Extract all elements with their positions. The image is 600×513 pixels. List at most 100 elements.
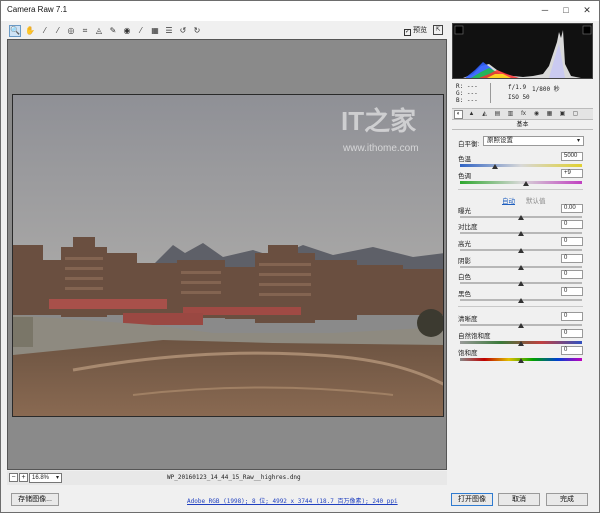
shadows-label: 阴影: [458, 258, 471, 265]
whites-slider-knob[interactable]: [518, 281, 524, 286]
camera-raw-window: Camera Raw 7.1 ─ □ ✕ 🔍 ✋ ⁄ ⁄ ◎ ⌗ ◬ ✎ ◉ ⁄…: [0, 0, 600, 513]
tab-camera-icon[interactable]: ▦: [545, 110, 554, 119]
spot-removal-tool-icon[interactable]: ✎: [107, 25, 119, 37]
exposure-input[interactable]: 0.00: [561, 204, 583, 213]
title-bar[interactable]: Camera Raw 7.1 ─ □ ✕: [1, 1, 599, 21]
right-panel: R: --- G: --- B: --- f/1.9 1/800 秒 ISO 5…: [450, 23, 595, 486]
b-value: ---: [466, 97, 478, 104]
aperture-value: f/1.9: [508, 84, 527, 91]
highlights-label: 高光: [458, 241, 471, 248]
save-image-button[interactable]: 存储图像...: [11, 493, 59, 506]
pixel-readout: R: --- G: --- B: --- f/1.9 1/800 秒 ISO 5…: [452, 81, 593, 105]
open-image-button[interactable]: 打开图像: [451, 493, 493, 506]
done-button[interactable]: 完成: [546, 493, 588, 506]
histogram: [452, 23, 593, 79]
auto-link[interactable]: 自动: [502, 195, 515, 205]
minimize-icon[interactable]: ─: [535, 3, 555, 17]
tint-slider-knob[interactable]: [523, 181, 529, 186]
adjustment-brush-tool-icon[interactable]: ⁄: [135, 25, 147, 37]
toolbar: 🔍 ✋ ⁄ ⁄ ◎ ⌗ ◬ ✎ ◉ ⁄ ▦ ☰ ↺ ↻: [7, 23, 447, 39]
vibrance-slider-knob[interactable]: [518, 341, 524, 346]
clarity-input[interactable]: 0: [561, 312, 583, 321]
whites-label: 白色: [458, 274, 471, 281]
temperature-input[interactable]: 5000: [561, 152, 583, 161]
contrast-slider-knob[interactable]: [518, 231, 524, 236]
default-link[interactable]: 默认值: [526, 195, 546, 205]
rotate-right-icon[interactable]: ↻: [191, 25, 203, 37]
window-title: Camera Raw 7.1: [7, 5, 68, 14]
tab-presets-icon[interactable]: ▣: [558, 110, 567, 119]
filename-label: WP_20160123_14_44_15_Raw__highres.dng: [167, 474, 301, 481]
shadows-slider-knob[interactable]: [518, 265, 524, 270]
shadows-input[interactable]: 0: [561, 254, 583, 263]
tab-lens-icon[interactable]: fx: [519, 110, 528, 119]
zoom-tool-icon[interactable]: 🔍: [9, 25, 21, 37]
white-balance-tool-icon[interactable]: ⁄: [39, 25, 51, 37]
preview-check-icon: ✓: [404, 29, 411, 36]
shadow-clip-icon: [454, 25, 464, 35]
r-label: R:: [456, 83, 464, 90]
saturation-input[interactable]: 0: [561, 346, 583, 355]
tab-snapshots-icon[interactable]: ▢: [571, 110, 580, 119]
graduated-filter-tool-icon[interactable]: ▦: [149, 25, 161, 37]
zoom-level-value: 16.8%: [32, 475, 50, 481]
saturation-slider-knob[interactable]: [518, 358, 524, 363]
highlights-input[interactable]: 0: [561, 237, 583, 246]
white-balance-select[interactable]: 原照设置 ▾: [483, 136, 584, 146]
highlights-slider-knob[interactable]: [518, 248, 524, 253]
temperature-label: 色温: [458, 156, 471, 163]
contrast-label: 对比度: [458, 224, 478, 231]
photo-preview[interactable]: IT之家 www.ithome.com: [12, 94, 444, 417]
zoom-level-select[interactable]: 16.8% ▾: [29, 473, 62, 483]
vibrance-input[interactable]: 0: [561, 329, 583, 338]
straighten-tool-icon[interactable]: ◬: [93, 25, 105, 37]
blacks-input[interactable]: 0: [561, 287, 583, 296]
tint-label: 色调: [458, 173, 471, 180]
image-canvas[interactable]: IT之家 www.ithome.com: [7, 39, 447, 470]
tab-basic-icon[interactable]: ◐: [454, 110, 463, 119]
whites-input[interactable]: 0: [561, 270, 583, 279]
tint-slider[interactable]: [460, 181, 582, 184]
temperature-slider[interactable]: [460, 164, 582, 167]
tab-effects-icon[interactable]: ◉: [532, 110, 541, 119]
cancel-button[interactable]: 取消: [498, 493, 540, 506]
section-divider: [458, 189, 583, 190]
highlight-clip-icon: [582, 25, 592, 35]
tab-detail-icon[interactable]: ◭: [480, 110, 489, 119]
tab-tone-curve-icon[interactable]: ▲: [467, 110, 476, 119]
hand-tool-icon[interactable]: ✋: [24, 25, 36, 37]
zoom-in-icon[interactable]: +: [19, 473, 28, 482]
crop-tool-icon[interactable]: ⌗: [79, 25, 91, 37]
temperature-slider-knob[interactable]: [492, 164, 498, 169]
targeted-adjust-tool-icon[interactable]: ◎: [65, 25, 77, 37]
vibrance-label: 自然饱和度: [458, 333, 491, 340]
panel-tabs: ◐ ▲ ◭ ▤ ▥ fx ◉ ▦ ▣ ▢: [452, 108, 593, 120]
maximize-icon[interactable]: □: [556, 3, 576, 17]
exposure-slider-knob[interactable]: [518, 215, 524, 220]
workflow-options-link[interactable]: Adobe RGB (1998); 8 位; 4992 x 3744 (18.7…: [187, 496, 398, 505]
clarity-slider-knob[interactable]: [518, 323, 524, 328]
blacks-label: 黑色: [458, 291, 471, 298]
g-value: ---: [466, 90, 478, 97]
fullscreen-icon[interactable]: ⇱: [433, 25, 443, 35]
tab-split-toning-icon[interactable]: ▥: [506, 110, 515, 119]
chevron-down-icon: ▾: [576, 138, 580, 144]
zoom-out-icon[interactable]: −: [9, 473, 18, 482]
section-divider: [458, 306, 583, 307]
preview-checkbox[interactable]: ✓ 预览: [404, 25, 427, 36]
close-icon[interactable]: ✕: [577, 3, 597, 17]
panel-title: 基本: [452, 121, 593, 130]
rotate-left-icon[interactable]: ↺: [177, 25, 189, 37]
clarity-label: 清晰度: [458, 316, 478, 323]
color-sampler-tool-icon[interactable]: ⁄: [52, 25, 64, 37]
tint-input[interactable]: +9: [561, 169, 583, 178]
red-eye-tool-icon[interactable]: ◉: [121, 25, 133, 37]
blacks-slider-knob[interactable]: [518, 298, 524, 303]
contrast-input[interactable]: 0: [561, 220, 583, 229]
watermark-logo: IT之家: [341, 106, 416, 136]
preferences-icon[interactable]: ☰: [163, 25, 175, 37]
white-balance-label: 白平衡:: [458, 141, 480, 148]
white-balance-value: 原照设置: [487, 137, 513, 144]
histogram-graph: [454, 25, 592, 78]
tab-hsl-icon[interactable]: ▤: [493, 110, 502, 119]
